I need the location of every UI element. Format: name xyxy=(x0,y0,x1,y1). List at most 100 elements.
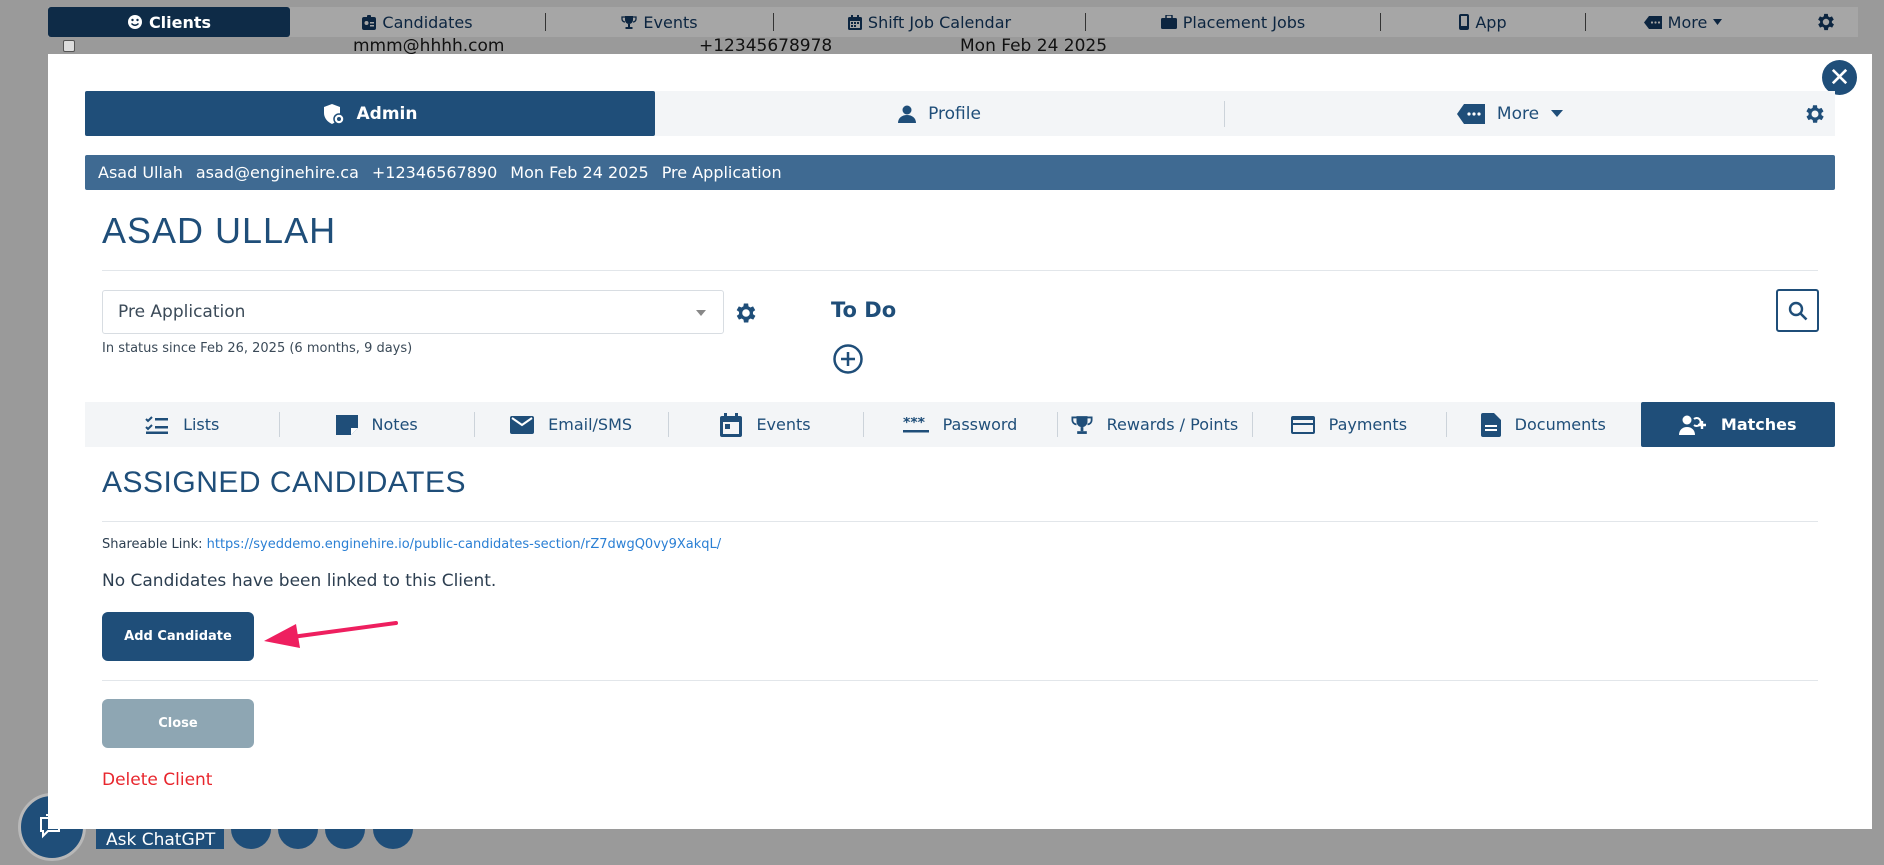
client-name-heading: ASAD ULLAH xyxy=(102,210,337,251)
nav-placement-jobs-label: Placement Jobs xyxy=(1182,12,1306,32)
id-card-icon xyxy=(362,14,377,30)
top-navigation: Clients Candidates Events Shift Job Cale… xyxy=(48,7,1858,37)
tab-rewards-points[interactable]: Rewards / Points xyxy=(1057,402,1251,447)
tab-more[interactable]: More xyxy=(1225,91,1795,136)
search-icon xyxy=(1788,301,1807,320)
user-plus-icon xyxy=(1678,415,1706,435)
nav-more[interactable]: More xyxy=(1586,7,1780,37)
row-date: Mon Feb 24 2025 xyxy=(960,36,1108,56)
smile-icon xyxy=(127,15,142,29)
tab-documents[interactable]: Documents xyxy=(1446,402,1640,447)
info-email: asad@enginehire.ca xyxy=(195,163,359,182)
tab-email-sms-label: Email/SMS xyxy=(548,415,633,434)
gear-icon xyxy=(1818,13,1834,31)
tab-profile[interactable]: Profile xyxy=(655,91,1224,136)
row-phone: +12345678978 xyxy=(699,36,833,56)
tab-more-label: More xyxy=(1496,103,1540,124)
gear-icon xyxy=(736,303,756,323)
tab-lists-label: Lists xyxy=(183,415,220,434)
nav-candidates-label: Candidates xyxy=(382,12,473,32)
shareable-link-label: Shareable Link: xyxy=(102,537,203,552)
tab-admin-label: Admin xyxy=(356,103,418,124)
checklist-icon xyxy=(145,415,169,434)
close-icon: ✕ xyxy=(1828,62,1851,93)
tab-payments[interactable]: Payments xyxy=(1251,402,1446,447)
client-section-tabs: Lists Notes Email/SMS Events *** Passwor… xyxy=(85,402,1835,447)
status-settings-button[interactable] xyxy=(733,300,759,330)
info-date: Mon Feb 24 2025 xyxy=(510,163,649,182)
tab-payments-label: Payments xyxy=(1328,415,1408,434)
tab-rewards-points-label: Rewards / Points xyxy=(1106,415,1239,434)
tab-events-label: Events xyxy=(756,415,811,434)
calendar-icon xyxy=(847,14,862,30)
divider xyxy=(102,521,1818,522)
chat-tool-more[interactable] xyxy=(373,829,413,849)
ask-chatgpt-button[interactable]: Ask ChatGPT xyxy=(96,829,224,849)
status-since-text: In status since Feb 26, 2025 (6 months, … xyxy=(102,341,413,356)
caret-down-icon xyxy=(1551,109,1564,117)
document-icon xyxy=(1480,412,1501,437)
nav-clients-label: Clients xyxy=(148,12,212,32)
tab-matches[interactable]: Matches xyxy=(1640,402,1835,447)
divider xyxy=(102,680,1818,681)
tab-matches-label: Matches xyxy=(1720,415,1797,434)
divider xyxy=(102,270,1818,271)
tab-documents-label: Documents xyxy=(1514,415,1606,434)
nav-app-label: App xyxy=(1475,12,1507,32)
nav-clients[interactable]: Clients xyxy=(48,7,290,37)
background-table-row: mmm@hhhh.com +12345678978 Mon Feb 24 202… xyxy=(0,36,1884,56)
modal-close-button[interactable]: ✕ xyxy=(1822,60,1857,95)
tab-email-sms[interactable]: Email/SMS xyxy=(473,402,668,447)
credit-card-icon xyxy=(1290,415,1315,434)
trophy-icon xyxy=(1071,415,1093,434)
briefcase-icon xyxy=(1160,15,1177,29)
info-status: Pre Application xyxy=(661,163,782,182)
shareable-link[interactable]: https://syeddemo.enginehire.io/public-ca… xyxy=(207,537,722,552)
chat-tool-refresh[interactable] xyxy=(231,829,271,849)
todo-heading: To Do xyxy=(831,298,897,322)
nav-events[interactable]: Events xyxy=(546,7,773,37)
add-candidate-button[interactable]: Add Candidate xyxy=(102,612,254,661)
modal-settings-button[interactable] xyxy=(1795,91,1835,136)
status-select[interactable]: Pre Application xyxy=(102,290,724,334)
tab-events[interactable]: Events xyxy=(668,402,862,447)
nav-shift-job-calendar-label: Shift Job Calendar xyxy=(867,12,1012,32)
add-todo-button[interactable] xyxy=(832,343,864,379)
section-title: ASSIGNED CANDIDATES xyxy=(102,466,467,499)
tab-profile-label: Profile xyxy=(928,103,981,124)
tab-lists[interactable]: Lists xyxy=(85,402,279,447)
nav-candidates[interactable]: Candidates xyxy=(290,7,545,37)
status-select-value: Pre Application xyxy=(118,302,246,322)
phone-icon xyxy=(1459,14,1470,30)
nav-shift-job-calendar[interactable]: Shift Job Calendar xyxy=(774,7,1085,37)
nav-placement-jobs[interactable]: Placement Jobs xyxy=(1086,7,1380,37)
gear-icon xyxy=(1806,104,1824,123)
note-icon xyxy=(335,414,358,435)
pointer-arrow-annotation xyxy=(264,621,398,648)
calendar-icon xyxy=(720,412,743,437)
chevron-down-icon xyxy=(696,310,706,316)
tab-notes-label: Notes xyxy=(371,415,418,434)
chat-tool-print[interactable] xyxy=(325,829,365,849)
envelope-icon xyxy=(510,415,535,434)
info-name: Asad Ullah xyxy=(98,163,183,182)
search-button[interactable] xyxy=(1776,289,1819,332)
person-icon xyxy=(898,105,917,123)
close-button[interactable]: Close xyxy=(102,699,254,748)
tag-icon xyxy=(1643,15,1662,29)
client-info-bar: Asad Ullah asad@enginehire.ca +123465678… xyxy=(85,155,1835,190)
tab-password[interactable]: *** Password xyxy=(862,402,1057,447)
shareable-link-row: Shareable Link: https://syeddemo.engineh… xyxy=(102,537,721,552)
tab-notes[interactable]: Notes xyxy=(279,402,473,447)
info-phone: +12346567890 xyxy=(371,163,498,182)
plus-circle-icon xyxy=(833,344,863,374)
tab-password-label: Password xyxy=(942,415,1018,434)
nav-events-label: Events xyxy=(643,12,698,32)
nav-app[interactable]: App xyxy=(1381,7,1585,37)
tag-icon xyxy=(1456,103,1485,124)
tab-admin[interactable]: Admin xyxy=(85,91,655,136)
chat-tool-help[interactable] xyxy=(278,829,318,849)
modal-top-tabs: Admin Profile More xyxy=(85,91,1835,136)
delete-client-link[interactable]: Delete Client xyxy=(102,770,212,790)
nav-settings-button[interactable] xyxy=(1805,7,1847,37)
